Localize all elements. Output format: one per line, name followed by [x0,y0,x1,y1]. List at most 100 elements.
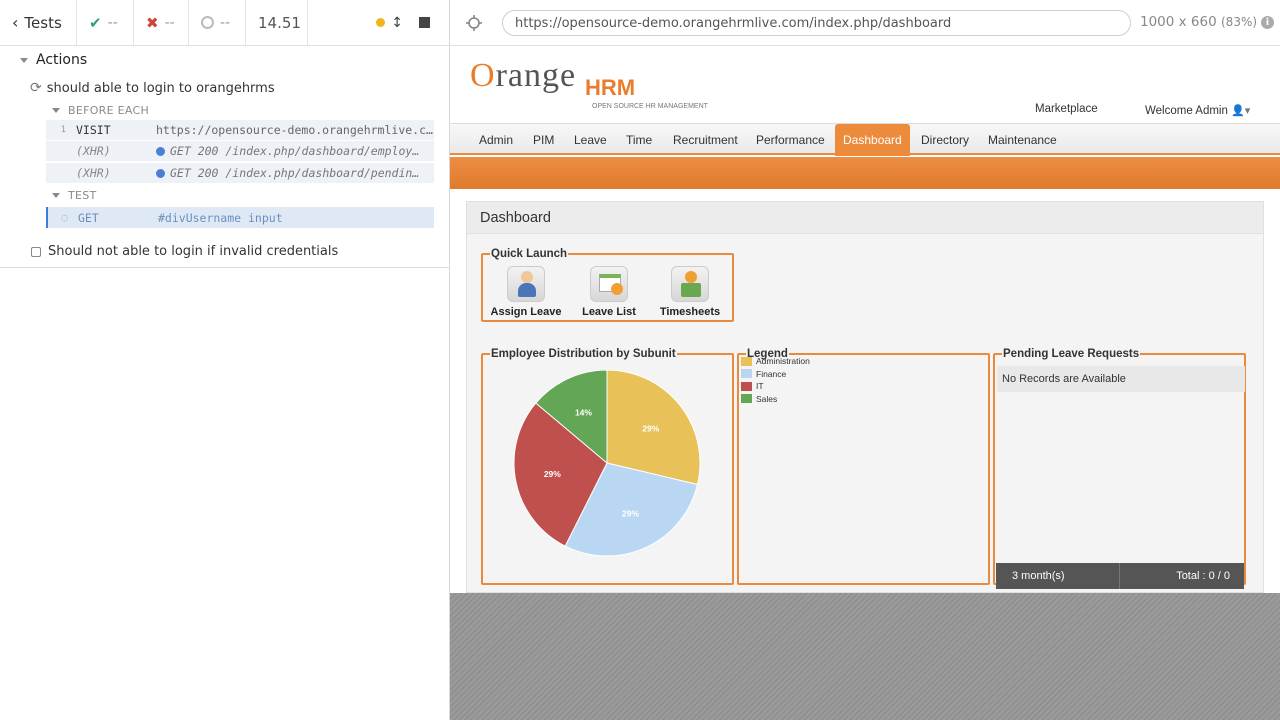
timesheets-icon [671,266,709,302]
dashboard-title: Dashboard [467,202,1263,234]
pie-label: 14% [575,407,592,417]
quick-launch-leave-list[interactable]: Leave List [567,266,651,318]
legend-item: IT [741,381,764,391]
command-name: (XHR) [76,144,111,158]
spinner-icon: ◌ [61,211,68,224]
passed-count[interactable]: ✔ -- [77,0,134,46]
test-item-invalid-login[interactable]: Should not able to login if invalid cred… [31,244,338,259]
quick-launch-label: Assign Leave [490,306,562,318]
test-title: Should not able to login if invalid cred… [48,244,339,259]
pending-value: -- [220,14,231,31]
legend-label: Administration [756,356,810,366]
sub-menu-bar [450,157,1280,189]
failed-count[interactable]: ✖ -- [134,0,189,46]
command-xhr[interactable]: (XHR) GET 200 /index.php/dashboard/emplo… [46,141,434,161]
menu-item-pim[interactable]: PIM [533,124,554,154]
check-icon: ✔ [89,13,102,32]
empty-viewport-area [450,593,1280,720]
hook-label: TEST [68,189,97,202]
hook-label: BEFORE EACH [68,104,150,117]
assign-leave-icon [507,266,545,302]
back-to-tests-button[interactable]: ‹ Tests [0,0,77,46]
command-message: GET 200 /index.php/dashboard/employ… [170,144,420,158]
reporter-header: ‹ Tests ✔ -- ✖ -- -- 14.51 ↕ [0,0,450,46]
checkbox-icon [31,246,41,257]
pie-label: 29% [622,509,639,519]
quick-launch-assign-leave[interactable]: Assign Leave [484,266,568,318]
orangehrm-logo: Orange HRM OPEN SOURCE HR MANAGEMENT [470,57,710,110]
command-name: VISIT [76,123,111,137]
distribution-pie-chart: 29% 29% 29% 14% [513,370,701,557]
menu-item-dashboard[interactable]: Dashboard [835,124,910,156]
command-xhr[interactable]: (XHR) GET 200 /index.php/dashboard/pendi… [46,163,434,183]
welcome-menu[interactable]: Welcome Admin 👤▾ [1145,104,1250,117]
no-records-message: No Records are Available [997,366,1245,392]
quick-launch-label: Leave List [582,306,636,318]
command-get-active[interactable]: ◌ GET #divUsername input [46,207,434,228]
info-icon[interactable]: i [1261,16,1274,29]
running-indicator-icon: ↕ [376,15,403,31]
legend-box: Legend Administration Finance IT Sales [737,348,990,585]
selector-playground-icon[interactable] [464,13,484,33]
viewport-size: 1000 x 660 (83%) [1140,14,1257,30]
caret-down-icon [52,108,60,113]
legend-list: Administration Finance IT Sales [739,356,988,460]
employee-distribution-box: Employee Distribution by Subunit 29% 29% 2… [481,348,734,585]
aut-header: https://opensource-demo.orangehrmlive.co… [450,0,1280,46]
logo-hrm: HRM [585,75,636,100]
logo-range: range [495,57,577,94]
legend-item: Sales [741,394,777,404]
leave-list-icon [590,266,628,302]
command-message: #divUsername input [158,210,283,225]
logo-o: O [470,57,496,94]
command-visit[interactable]: 1 VISIT https://opensource-demo.orangehr… [46,120,434,140]
footer-divider [1119,563,1120,589]
passed-value: -- [107,14,118,31]
url-bar[interactable]: https://opensource-demo.orangehrmlive.co… [502,10,1131,36]
test-item-login[interactable]: ⟳ should able to login to orangehrms [30,80,275,96]
legend-label: Finance [756,368,787,379]
menu-item-leave[interactable]: Leave [574,124,607,154]
quick-launch-timesheets[interactable]: Timesheets [648,266,732,318]
hook-test[interactable]: TEST [52,189,97,202]
refresh-icon: ⟳ [30,80,42,96]
command-name: GET [78,210,99,225]
distribution-title: Employee Distribution by Subunit [491,348,676,360]
marketplace-link[interactable]: Marketplace [1035,103,1098,115]
pending-leave-box: Pending Leave Requests No Records are Av… [993,348,1246,589]
actions-suite[interactable]: Actions [20,52,87,68]
pending-count[interactable]: -- [189,0,246,46]
legend-swatch [741,394,752,403]
stop-icon[interactable] [419,17,430,28]
duration: 14.51 [246,0,308,46]
period-label: 3 month(s) [1012,570,1065,582]
back-label: Tests [24,13,62,32]
pie-label: 29% [642,423,659,433]
main-menu: Admin PIM Leave Time Recruitment Perform… [450,123,1280,156]
quick-launch-box: Quick Launch Assign Leave Leave List Tim… [481,248,734,322]
menu-item-maintenance[interactable]: Maintenance [988,124,1057,154]
legend-swatch [741,381,752,391]
xhr-dot-icon [156,168,165,178]
menu-item-admin[interactable]: Admin [479,124,513,154]
total-label: Total : 0 / 0 [1176,570,1230,582]
logo-tagline: OPEN SOURCE HR MANAGEMENT [592,103,708,110]
circle-icon [201,16,214,29]
run-controls: ↕ [308,0,450,46]
command-name: (XHR) [76,166,111,180]
caret-down-icon [20,57,28,63]
legend-label: IT [756,381,764,391]
menu-item-time[interactable]: Time [626,124,652,154]
menu-item-directory[interactable]: Directory [921,124,969,154]
menu-item-recruitment[interactable]: Recruitment [673,124,738,154]
hook-before-each[interactable]: BEFORE EACH [52,104,149,117]
xhr-dot-icon [156,146,165,156]
quick-launch-title: Quick Launch [491,248,568,260]
legend-label: Sales [756,393,778,404]
test-reporter: ‹ Tests ✔ -- ✖ -- -- 14.51 ↕ Actions ⟳ s… [0,0,450,720]
suite-title: Actions [36,52,88,68]
welcome-label: Welcome Admin [1145,105,1228,117]
menu-item-performance[interactable]: Performance [756,124,825,154]
command-message: https://opensource-demo.orangehrmlive.co… [156,123,434,137]
command-message: GET 200 /index.php/dashboard/pendin… [170,166,420,180]
